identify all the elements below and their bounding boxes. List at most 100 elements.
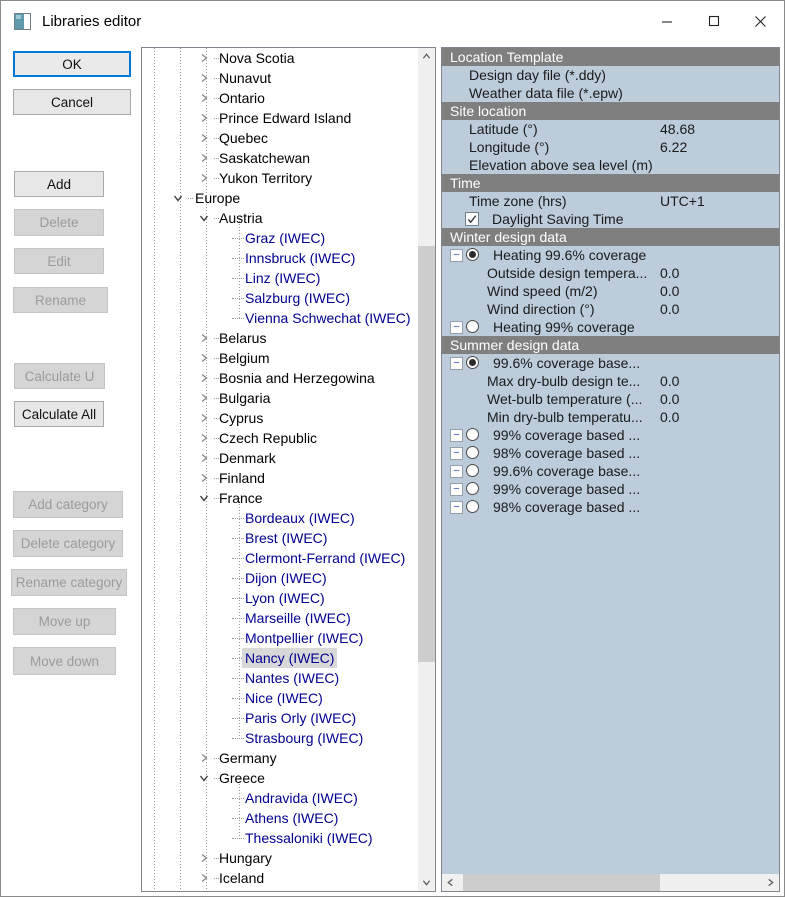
chevron-right-icon[interactable] [199, 853, 211, 865]
tree-item-label[interactable]: Salzburg (IWEC) [245, 288, 350, 308]
property-value[interactable]: 0.0 [660, 282, 679, 300]
tree-item-label[interactable]: Bordeaux (IWEC) [245, 508, 355, 528]
collapse-minus-icon[interactable]: − [450, 321, 463, 334]
tree-item-label[interactable]: Nunavut [219, 68, 271, 88]
property-value[interactable]: 6.22 [660, 138, 687, 156]
chevron-down-icon[interactable] [199, 213, 211, 225]
ok-button[interactable]: OK [13, 51, 131, 77]
tree-item-label[interactable]: Saskatchewan [219, 148, 310, 168]
tree-item-label[interactable]: Bosnia and Herzegowina [219, 368, 375, 388]
scroll-down-button[interactable] [418, 874, 435, 891]
property-value[interactable]: 0.0 [660, 390, 679, 408]
tree-item-label[interactable]: Marseille (IWEC) [245, 608, 351, 628]
collapse-minus-icon[interactable]: − [450, 465, 463, 478]
collapse-minus-icon[interactable]: − [450, 249, 463, 262]
tree-item-label[interactable]: Hungary [219, 848, 272, 868]
chevron-right-icon[interactable] [199, 173, 211, 185]
tree-item-label[interactable]: Graz (IWEC) [245, 228, 325, 248]
radio-button[interactable] [466, 464, 479, 477]
property-value[interactable]: 0.0 [660, 372, 679, 390]
chevron-right-icon[interactable] [199, 53, 211, 65]
minimize-button[interactable] [643, 1, 690, 41]
tree-item-label[interactable]: Montpellier (IWEC) [245, 628, 363, 648]
tree-item-label[interactable]: Denmark [219, 448, 276, 468]
tree-item-label[interactable]: Nice (IWEC) [245, 688, 323, 708]
tree-item-label[interactable]: Nantes (IWEC) [245, 668, 339, 688]
chevron-right-icon[interactable] [199, 113, 211, 125]
tree-item-label[interactable]: Andravida (IWEC) [245, 788, 358, 808]
radio-button[interactable] [466, 500, 479, 513]
tree-item-label[interactable]: France [219, 488, 263, 508]
tree-item-label[interactable]: Belgium [219, 348, 270, 368]
tree-item-label[interactable]: Belarus [219, 328, 266, 348]
tree-item-label[interactable]: Prince Edward Island [219, 108, 351, 128]
chevron-right-icon[interactable] [199, 333, 211, 345]
tree-item-label-selected[interactable]: Nancy (IWEC) [242, 648, 337, 668]
scroll-left-button[interactable] [442, 874, 459, 891]
tree-item-label[interactable]: Austria [219, 208, 263, 228]
chevron-down-icon[interactable] [173, 193, 185, 205]
calculate-all-button[interactable]: Calculate All [14, 401, 104, 427]
tree-item-label[interactable]: Cyprus [219, 408, 263, 428]
tree-item-label[interactable]: Thessaloniki (IWEC) [245, 828, 373, 848]
chevron-right-icon[interactable] [199, 133, 211, 145]
chevron-right-icon[interactable] [199, 873, 211, 885]
properties-scrollbar-track[interactable] [442, 874, 779, 891]
tree-item-label[interactable]: Iceland [219, 868, 264, 888]
tree-item-label[interactable]: Brest (IWEC) [245, 528, 327, 548]
property-value[interactable]: 48.68 [660, 120, 695, 138]
property-value[interactable]: 0.0 [660, 300, 679, 318]
radio-button[interactable] [466, 320, 479, 333]
collapse-minus-icon[interactable]: − [450, 483, 463, 496]
tree-item-label[interactable]: Vienna Schwechat (IWEC) [245, 308, 410, 328]
checkbox-checked-icon[interactable] [465, 212, 479, 226]
tree-item-label[interactable]: Nova Scotia [219, 48, 294, 68]
radio-button[interactable] [466, 428, 479, 441]
chevron-down-icon[interactable] [199, 773, 211, 785]
chevron-right-icon[interactable] [199, 393, 211, 405]
radio-button[interactable] [466, 482, 479, 495]
tree-scrollbar-track[interactable] [418, 48, 435, 891]
tree-item-label[interactable]: Lyon (IWEC) [245, 588, 325, 608]
tree-item-label[interactable]: Paris Orly (IWEC) [245, 708, 356, 728]
tree-item-label[interactable]: Innsbruck (IWEC) [245, 248, 355, 268]
tree-item-label[interactable]: Linz (IWEC) [245, 268, 320, 288]
radio-button-selected[interactable] [466, 248, 479, 261]
chevron-right-icon[interactable] [199, 93, 211, 105]
property-value[interactable]: 0.0 [660, 264, 679, 282]
chevron-right-icon[interactable] [199, 153, 211, 165]
tree-item-label[interactable]: Quebec [219, 128, 268, 148]
tree-item-label[interactable]: Athens (IWEC) [245, 808, 338, 828]
scroll-up-button[interactable] [418, 48, 435, 65]
tree-item-label[interactable]: Dijon (IWEC) [245, 568, 327, 588]
radio-button-selected[interactable] [466, 356, 479, 369]
maximize-button[interactable] [690, 1, 737, 41]
tree-item-label[interactable]: Ontario [219, 88, 265, 108]
tree-item-label[interactable]: Germany [219, 748, 277, 768]
chevron-down-icon[interactable] [199, 493, 211, 505]
chevron-right-icon[interactable] [199, 413, 211, 425]
property-value[interactable]: 0.0 [660, 408, 679, 426]
chevron-right-icon[interactable] [199, 73, 211, 85]
tree-item-label[interactable]: Clermont-Ferrand (IWEC) [245, 548, 405, 568]
radio-button[interactable] [466, 446, 479, 459]
chevron-right-icon[interactable] [199, 753, 211, 765]
chevron-right-icon[interactable] [199, 373, 211, 385]
tree-scrollbar-thumb[interactable] [418, 246, 435, 662]
chevron-right-icon[interactable] [199, 453, 211, 465]
collapse-minus-icon[interactable]: − [450, 447, 463, 460]
collapse-minus-icon[interactable]: − [450, 357, 463, 370]
chevron-right-icon[interactable] [199, 353, 211, 365]
collapse-minus-icon[interactable]: − [450, 501, 463, 514]
close-button[interactable] [737, 1, 784, 41]
tree-item-label[interactable]: Yukon Territory [219, 168, 312, 188]
tree-item-label[interactable]: Bulgaria [219, 388, 270, 408]
property-value[interactable]: UTC+1 [660, 192, 705, 210]
chevron-right-icon[interactable] [199, 433, 211, 445]
cancel-button[interactable]: Cancel [13, 89, 131, 115]
properties-scrollbar-thumb[interactable] [463, 874, 660, 891]
chevron-right-icon[interactable] [199, 473, 211, 485]
collapse-minus-icon[interactable]: − [450, 429, 463, 442]
tree-item-label[interactable]: Strasbourg (IWEC) [245, 728, 363, 748]
tree-item-label[interactable]: Ireland [219, 888, 262, 891]
